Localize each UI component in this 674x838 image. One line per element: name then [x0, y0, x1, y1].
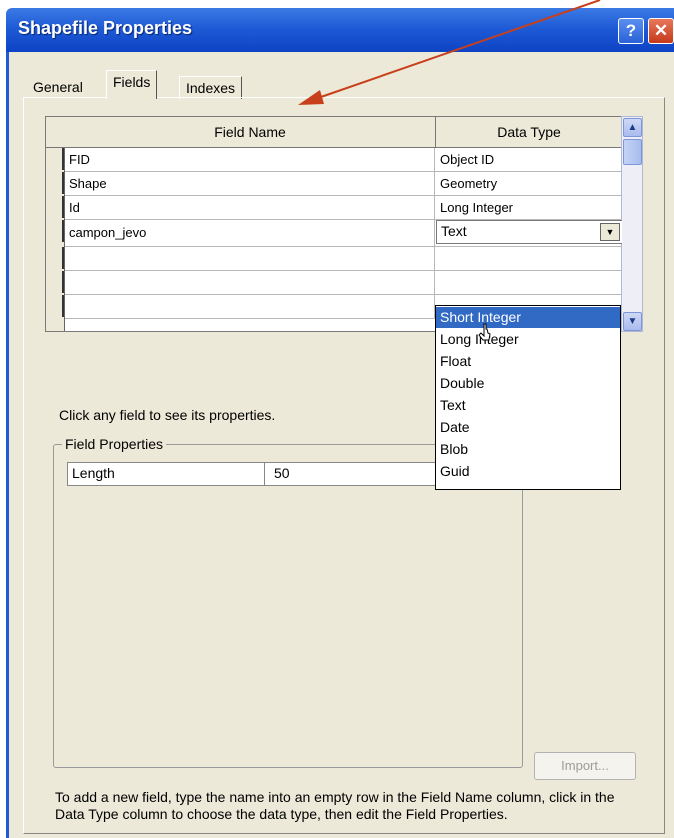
field-name-cell[interactable]: campon_jevo [65, 220, 435, 246]
data-type-combo[interactable]: Text ▼ [436, 220, 622, 244]
header-data-type[interactable]: Data Type [436, 117, 622, 147]
instructions-text: To add a new field, type the name into a… [55, 789, 615, 822]
chevron-down-icon[interactable]: ▼ [600, 223, 620, 241]
dropdown-option[interactable]: Date [436, 417, 620, 438]
dialog-body: General Fields Indexes Field Name Data T… [6, 52, 674, 838]
property-divider [264, 463, 265, 485]
close-button[interactable]: ✕ [648, 18, 674, 44]
fields-grid[interactable]: Field Name Data Type FID Object ID Shape… [45, 116, 623, 332]
table-row[interactable]: Id Long Integer [65, 196, 622, 220]
field-properties-legend: Field Properties [62, 436, 167, 452]
row-selector[interactable] [48, 220, 64, 242]
field-name-cell[interactable]: Shape [65, 172, 435, 195]
scroll-up-icon[interactable]: ▲ [623, 118, 642, 137]
dropdown-option[interactable]: Guid [436, 461, 620, 482]
field-name-cell[interactable] [65, 295, 435, 318]
tab-general[interactable]: General [27, 76, 89, 98]
field-name-cell[interactable] [65, 271, 435, 294]
data-type-cell[interactable]: Geometry [436, 172, 622, 195]
dropdown-option[interactable]: Blob [436, 439, 620, 460]
tab-indexes[interactable]: Indexes [179, 76, 243, 99]
data-type-combo-value: Text [441, 223, 467, 239]
data-type-dropdown-list[interactable]: Short Integer Long Integer Float Double … [435, 305, 621, 490]
row-selector[interactable] [48, 247, 64, 269]
data-type-cell[interactable]: Object ID [436, 148, 622, 171]
row-selector[interactable] [48, 271, 64, 293]
grid-header: Field Name Data Type [46, 117, 622, 148]
scroll-thumb[interactable] [623, 139, 642, 165]
tab-fields[interactable]: Fields [106, 70, 158, 99]
grid-scrollbar[interactable]: ▲ ▼ [621, 116, 643, 332]
row-selector[interactable] [48, 148, 64, 170]
row-selector[interactable] [48, 172, 64, 194]
field-properties-group: Field Properties [53, 436, 523, 768]
properties-hint: Click any field to see its properties. [59, 407, 276, 423]
dropdown-option[interactable]: Text [436, 395, 620, 416]
field-name-cell[interactable]: FID [65, 148, 435, 171]
dropdown-option[interactable]: Float [436, 351, 620, 372]
help-button[interactable]: ? [618, 18, 644, 44]
dropdown-option[interactable]: Double [436, 373, 620, 394]
scroll-down-icon[interactable]: ▼ [623, 312, 642, 331]
dropdown-option[interactable]: Long Integer [436, 329, 620, 350]
dropdown-option[interactable]: Short Integer [436, 307, 620, 328]
table-row[interactable]: Shape Geometry [65, 172, 622, 196]
header-field-name[interactable]: Field Name [65, 117, 436, 147]
title-bar: Shapefile Properties ? ✕ [6, 8, 674, 52]
import-button[interactable]: Import... [534, 752, 636, 780]
row-selector[interactable] [48, 196, 64, 218]
row-selector[interactable] [48, 295, 64, 317]
mouse-pointer-icon [478, 323, 491, 341]
field-name-cell[interactable]: Id [65, 196, 435, 219]
table-row[interactable] [65, 271, 622, 295]
property-name: Length [72, 465, 115, 481]
field-name-cell[interactable] [65, 247, 435, 270]
table-row[interactable] [65, 247, 622, 271]
window-title: Shapefile Properties [18, 18, 193, 38]
data-type-cell[interactable]: Long Integer [436, 196, 622, 219]
table-row[interactable]: FID Object ID [65, 148, 622, 172]
property-value[interactable]: 50 [274, 465, 290, 481]
